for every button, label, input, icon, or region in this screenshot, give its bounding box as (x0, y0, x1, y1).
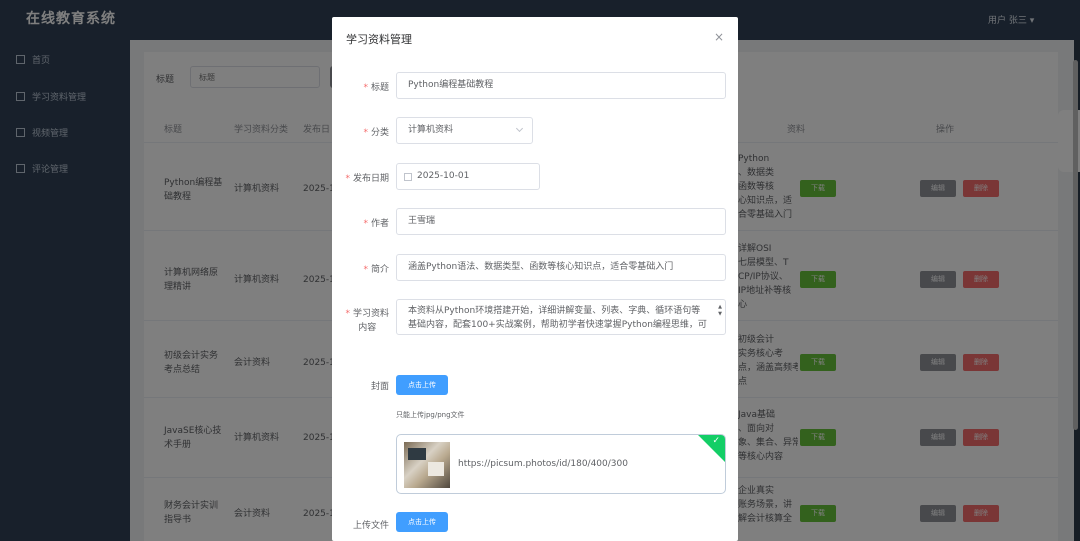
upload-tip: 只能上传jpg/png文件 (396, 411, 465, 419)
required-mark: * (345, 309, 350, 319)
content-textarea[interactable]: 本资料从Python环境搭建开始，详细讲解变量、列表、字典、循环语句等基础内容，… (396, 299, 726, 335)
required-mark: * (363, 265, 368, 275)
required-mark: * (345, 174, 350, 184)
date-picker[interactable]: 2025-10-01 (396, 163, 540, 190)
title-input[interactable]: Python编程基础教程 (396, 72, 726, 99)
dialog-title: 学习资料管理 (346, 33, 412, 46)
uploaded-file-card[interactable]: https://picsum.photos/id/180/400/300 ✓ (396, 434, 726, 494)
category-select[interactable]: 计算机资料 (396, 117, 533, 144)
date-label: * 发布日期 (345, 174, 389, 184)
upload-success-badge (695, 435, 725, 465)
material-edit-dialog: 学习资料管理 × * 标题 Python编程基础教程 * 分类 计算机资料 * 发布日… (332, 17, 738, 541)
category-label: * 分类 (363, 128, 389, 138)
close-icon[interactable]: × (714, 30, 724, 44)
content-label: * 学习资料 内容 (345, 309, 389, 333)
author-label: * 作者 (363, 219, 389, 229)
content-value: 本资料从Python环境搭建开始，详细讲解变量、列表、字典、循环语句等基础内容，… (408, 306, 707, 330)
textarea-scroll-arrows-icon[interactable]: ▲ ▼ (718, 304, 722, 318)
required-mark: * (363, 128, 368, 138)
author-input[interactable]: 王雪瑞 (396, 208, 726, 235)
date-value: 2025-10-01 (417, 171, 470, 181)
file-label: 上传文件 (352, 521, 389, 531)
required-mark: * (363, 83, 368, 93)
required-mark: * (363, 219, 368, 229)
summary-label: * 简介 (363, 265, 389, 275)
chevron-down-icon (515, 124, 524, 133)
calendar-icon (404, 173, 412, 181)
cover-label: 封面 (370, 382, 389, 392)
cover-upload-button[interactable]: 点击上传 (396, 375, 448, 395)
file-url: https://picsum.photos/id/180/400/300 (458, 459, 628, 469)
cover-thumbnail (404, 442, 450, 488)
summary-input[interactable]: 涵盖Python语法、数据类型、函数等核心知识点，适合零基础入门 (396, 254, 726, 281)
title-label: * 标题 (363, 83, 389, 93)
check-icon: ✓ (712, 436, 720, 446)
file-upload-button[interactable]: 点击上传 (396, 512, 448, 532)
category-value: 计算机资料 (408, 125, 454, 135)
